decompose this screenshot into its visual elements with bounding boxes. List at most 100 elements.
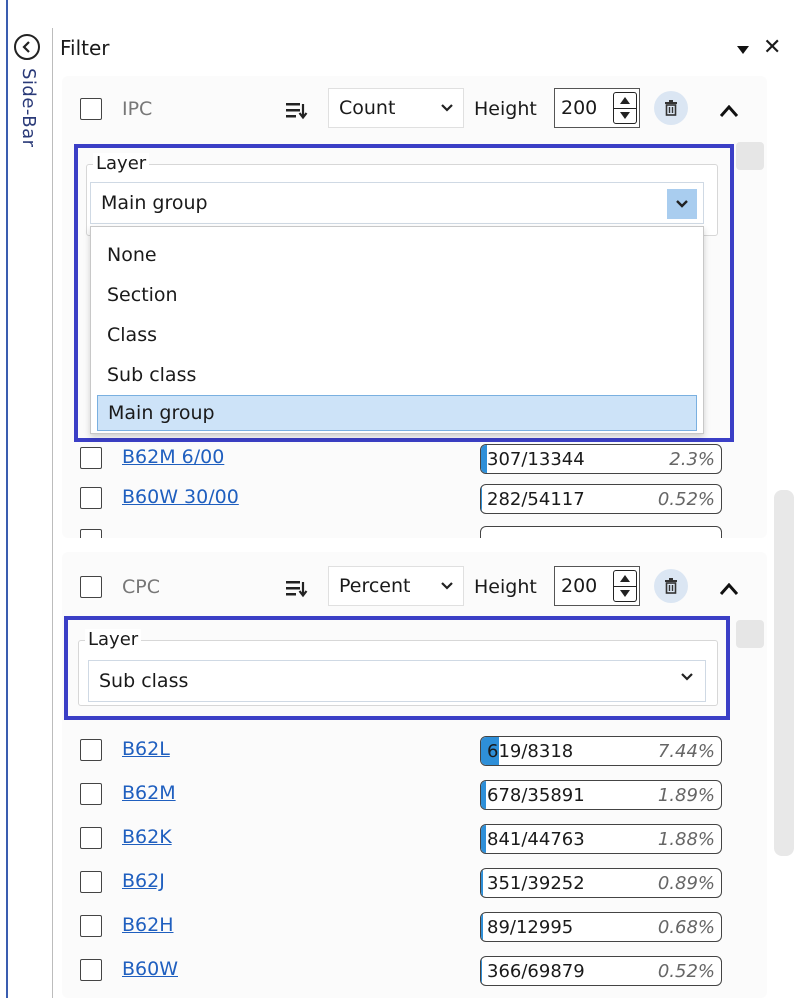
ipc-panel-name: IPC bbox=[122, 98, 153, 120]
row-percent: 0.52% bbox=[657, 488, 715, 510]
cpc-mode-value: Percent bbox=[339, 575, 411, 597]
row-code-link[interactable]: B62H bbox=[122, 914, 174, 936]
row-checkbox[interactable] bbox=[80, 827, 102, 849]
side-bar-edge bbox=[6, 0, 8, 998]
table-row[interactable]: B60W 30/00 282/54117 0.52% bbox=[62, 478, 767, 518]
row-checkbox[interactable] bbox=[80, 739, 102, 761]
cpc-layer-select[interactable]: Sub class bbox=[88, 660, 706, 702]
table-row[interactable] bbox=[62, 520, 767, 538]
row-percent: 0.52% bbox=[657, 960, 715, 982]
cpc-height-spinner[interactable] bbox=[613, 570, 637, 602]
ipc-mode-select[interactable]: Count bbox=[328, 88, 464, 128]
ipc-delete-button[interactable] bbox=[654, 91, 688, 125]
cpc-scrollbar-thumb[interactable] bbox=[736, 620, 764, 648]
spin-up-icon[interactable] bbox=[614, 93, 636, 108]
row-checkbox[interactable] bbox=[80, 487, 102, 509]
panel-menu-button[interactable] bbox=[736, 40, 750, 59]
ipc-layer-select[interactable]: Main group bbox=[90, 182, 704, 224]
row-code-link[interactable]: B60W 30/00 bbox=[122, 486, 239, 508]
ipc-collapse-button[interactable] bbox=[719, 102, 739, 121]
chevron-down-icon bbox=[441, 104, 453, 112]
spin-up-icon[interactable] bbox=[614, 571, 636, 586]
spin-down-icon[interactable] bbox=[614, 107, 636, 124]
chevron-left-icon bbox=[22, 41, 30, 53]
row-checkbox[interactable] bbox=[80, 915, 102, 937]
row-count: 282/54117 bbox=[487, 488, 585, 510]
cpc-layer-legend: Layer bbox=[85, 629, 142, 650]
row-code-link[interactable]: B62K bbox=[122, 826, 172, 848]
table-row[interactable]: B62H 89/12995 0.68% bbox=[62, 906, 767, 946]
row-checkbox[interactable] bbox=[80, 783, 102, 805]
sort-icon[interactable] bbox=[286, 102, 308, 124]
row-count: 678/35891 bbox=[487, 784, 585, 806]
cpc-height-value: 200 bbox=[561, 575, 598, 597]
table-row[interactable]: B62J 351/39252 0.89% bbox=[62, 862, 767, 902]
row-percent: 7.44% bbox=[657, 740, 715, 762]
ipc-mode-value: Count bbox=[339, 97, 396, 119]
ipc-height-input[interactable]: 200 bbox=[554, 88, 640, 128]
ipc-select-all-checkbox[interactable] bbox=[80, 98, 102, 120]
row-percent: 1.88% bbox=[657, 828, 715, 850]
dropdown-option[interactable]: Class bbox=[91, 315, 703, 355]
cpc-panel-name: CPC bbox=[122, 576, 160, 598]
dropdown-option[interactable]: None bbox=[91, 235, 703, 275]
main-scrollbar[interactable] bbox=[774, 490, 794, 856]
cpc-layer-value: Sub class bbox=[99, 670, 189, 692]
row-share-bar: 89/12995 0.68% bbox=[480, 912, 722, 942]
cpc-height-label: Height bbox=[474, 576, 537, 598]
dropdown-option[interactable]: Section bbox=[91, 275, 703, 315]
spin-down-icon[interactable] bbox=[614, 585, 636, 602]
cpc-collapse-button[interactable] bbox=[719, 580, 739, 599]
row-code-link[interactable]: B62J bbox=[122, 870, 165, 892]
table-row[interactable]: B60W 366/69879 0.52% bbox=[62, 950, 767, 990]
collapse-sidebar-button[interactable] bbox=[14, 34, 40, 60]
ipc-layer-dropdown-button[interactable] bbox=[667, 189, 697, 219]
row-percent: 2.3% bbox=[669, 448, 715, 470]
side-bar: Side-Bar bbox=[0, 0, 52, 998]
panel-divider bbox=[52, 28, 53, 998]
row-checkbox[interactable] bbox=[80, 529, 102, 538]
row-percent: 0.68% bbox=[657, 916, 715, 938]
cpc-select-all-checkbox[interactable] bbox=[80, 576, 102, 598]
row-count: 307/13344 bbox=[487, 448, 585, 470]
cpc-delete-button[interactable] bbox=[654, 569, 688, 603]
dropdown-option-selected[interactable]: Main group bbox=[97, 395, 697, 431]
row-percent: 0.89% bbox=[657, 872, 715, 894]
ipc-height-label: Height bbox=[474, 98, 537, 120]
row-checkbox[interactable] bbox=[80, 447, 102, 469]
panel-title: Filter bbox=[60, 36, 110, 60]
table-row[interactable]: B62K 841/44763 1.88% bbox=[62, 818, 767, 858]
trash-icon bbox=[665, 578, 677, 594]
chevron-down-icon bbox=[441, 582, 453, 590]
caret-down-icon bbox=[737, 46, 749, 54]
row-share-bar: 841/44763 1.88% bbox=[480, 824, 722, 854]
row-code-link[interactable]: B62L bbox=[122, 738, 170, 760]
ipc-layer-value: Main group bbox=[101, 192, 208, 214]
chevron-down-icon bbox=[681, 673, 693, 681]
trash-icon bbox=[665, 100, 677, 116]
ipc-layer-legend: Layer bbox=[93, 153, 150, 174]
row-code-link[interactable]: B62M 6/00 bbox=[122, 446, 224, 468]
ipc-scrollbar-thumb[interactable] bbox=[736, 142, 764, 170]
row-count: 841/44763 bbox=[487, 828, 585, 850]
ipc-height-spinner[interactable] bbox=[613, 92, 637, 124]
ipc-height-value: 200 bbox=[561, 97, 598, 119]
row-share-bar: 307/13344 2.3% bbox=[480, 444, 722, 474]
dropdown-option[interactable]: Sub class bbox=[91, 355, 703, 395]
chevron-down-icon bbox=[676, 200, 688, 208]
table-row[interactable]: B62L 619/8318 7.44% bbox=[62, 730, 767, 770]
side-bar-tab[interactable]: Side-Bar bbox=[18, 68, 39, 148]
table-row[interactable]: B62M 678/35891 1.89% bbox=[62, 774, 767, 814]
row-code-link[interactable]: B60W bbox=[122, 958, 178, 980]
sort-icon[interactable] bbox=[286, 580, 308, 602]
row-code-link[interactable]: B62M bbox=[122, 782, 176, 804]
chevron-up-icon bbox=[719, 104, 739, 117]
row-checkbox[interactable] bbox=[80, 871, 102, 893]
cpc-height-input[interactable]: 200 bbox=[554, 566, 640, 606]
row-checkbox[interactable] bbox=[80, 959, 102, 981]
row-share-bar: 351/39252 0.89% bbox=[480, 868, 722, 898]
close-panel-button[interactable]: ✕ bbox=[763, 35, 781, 60]
table-row[interactable]: B62M 6/00 307/13344 2.3% bbox=[62, 438, 767, 478]
cpc-mode-select[interactable]: Percent bbox=[328, 566, 464, 606]
row-count: 351/39252 bbox=[487, 872, 585, 894]
